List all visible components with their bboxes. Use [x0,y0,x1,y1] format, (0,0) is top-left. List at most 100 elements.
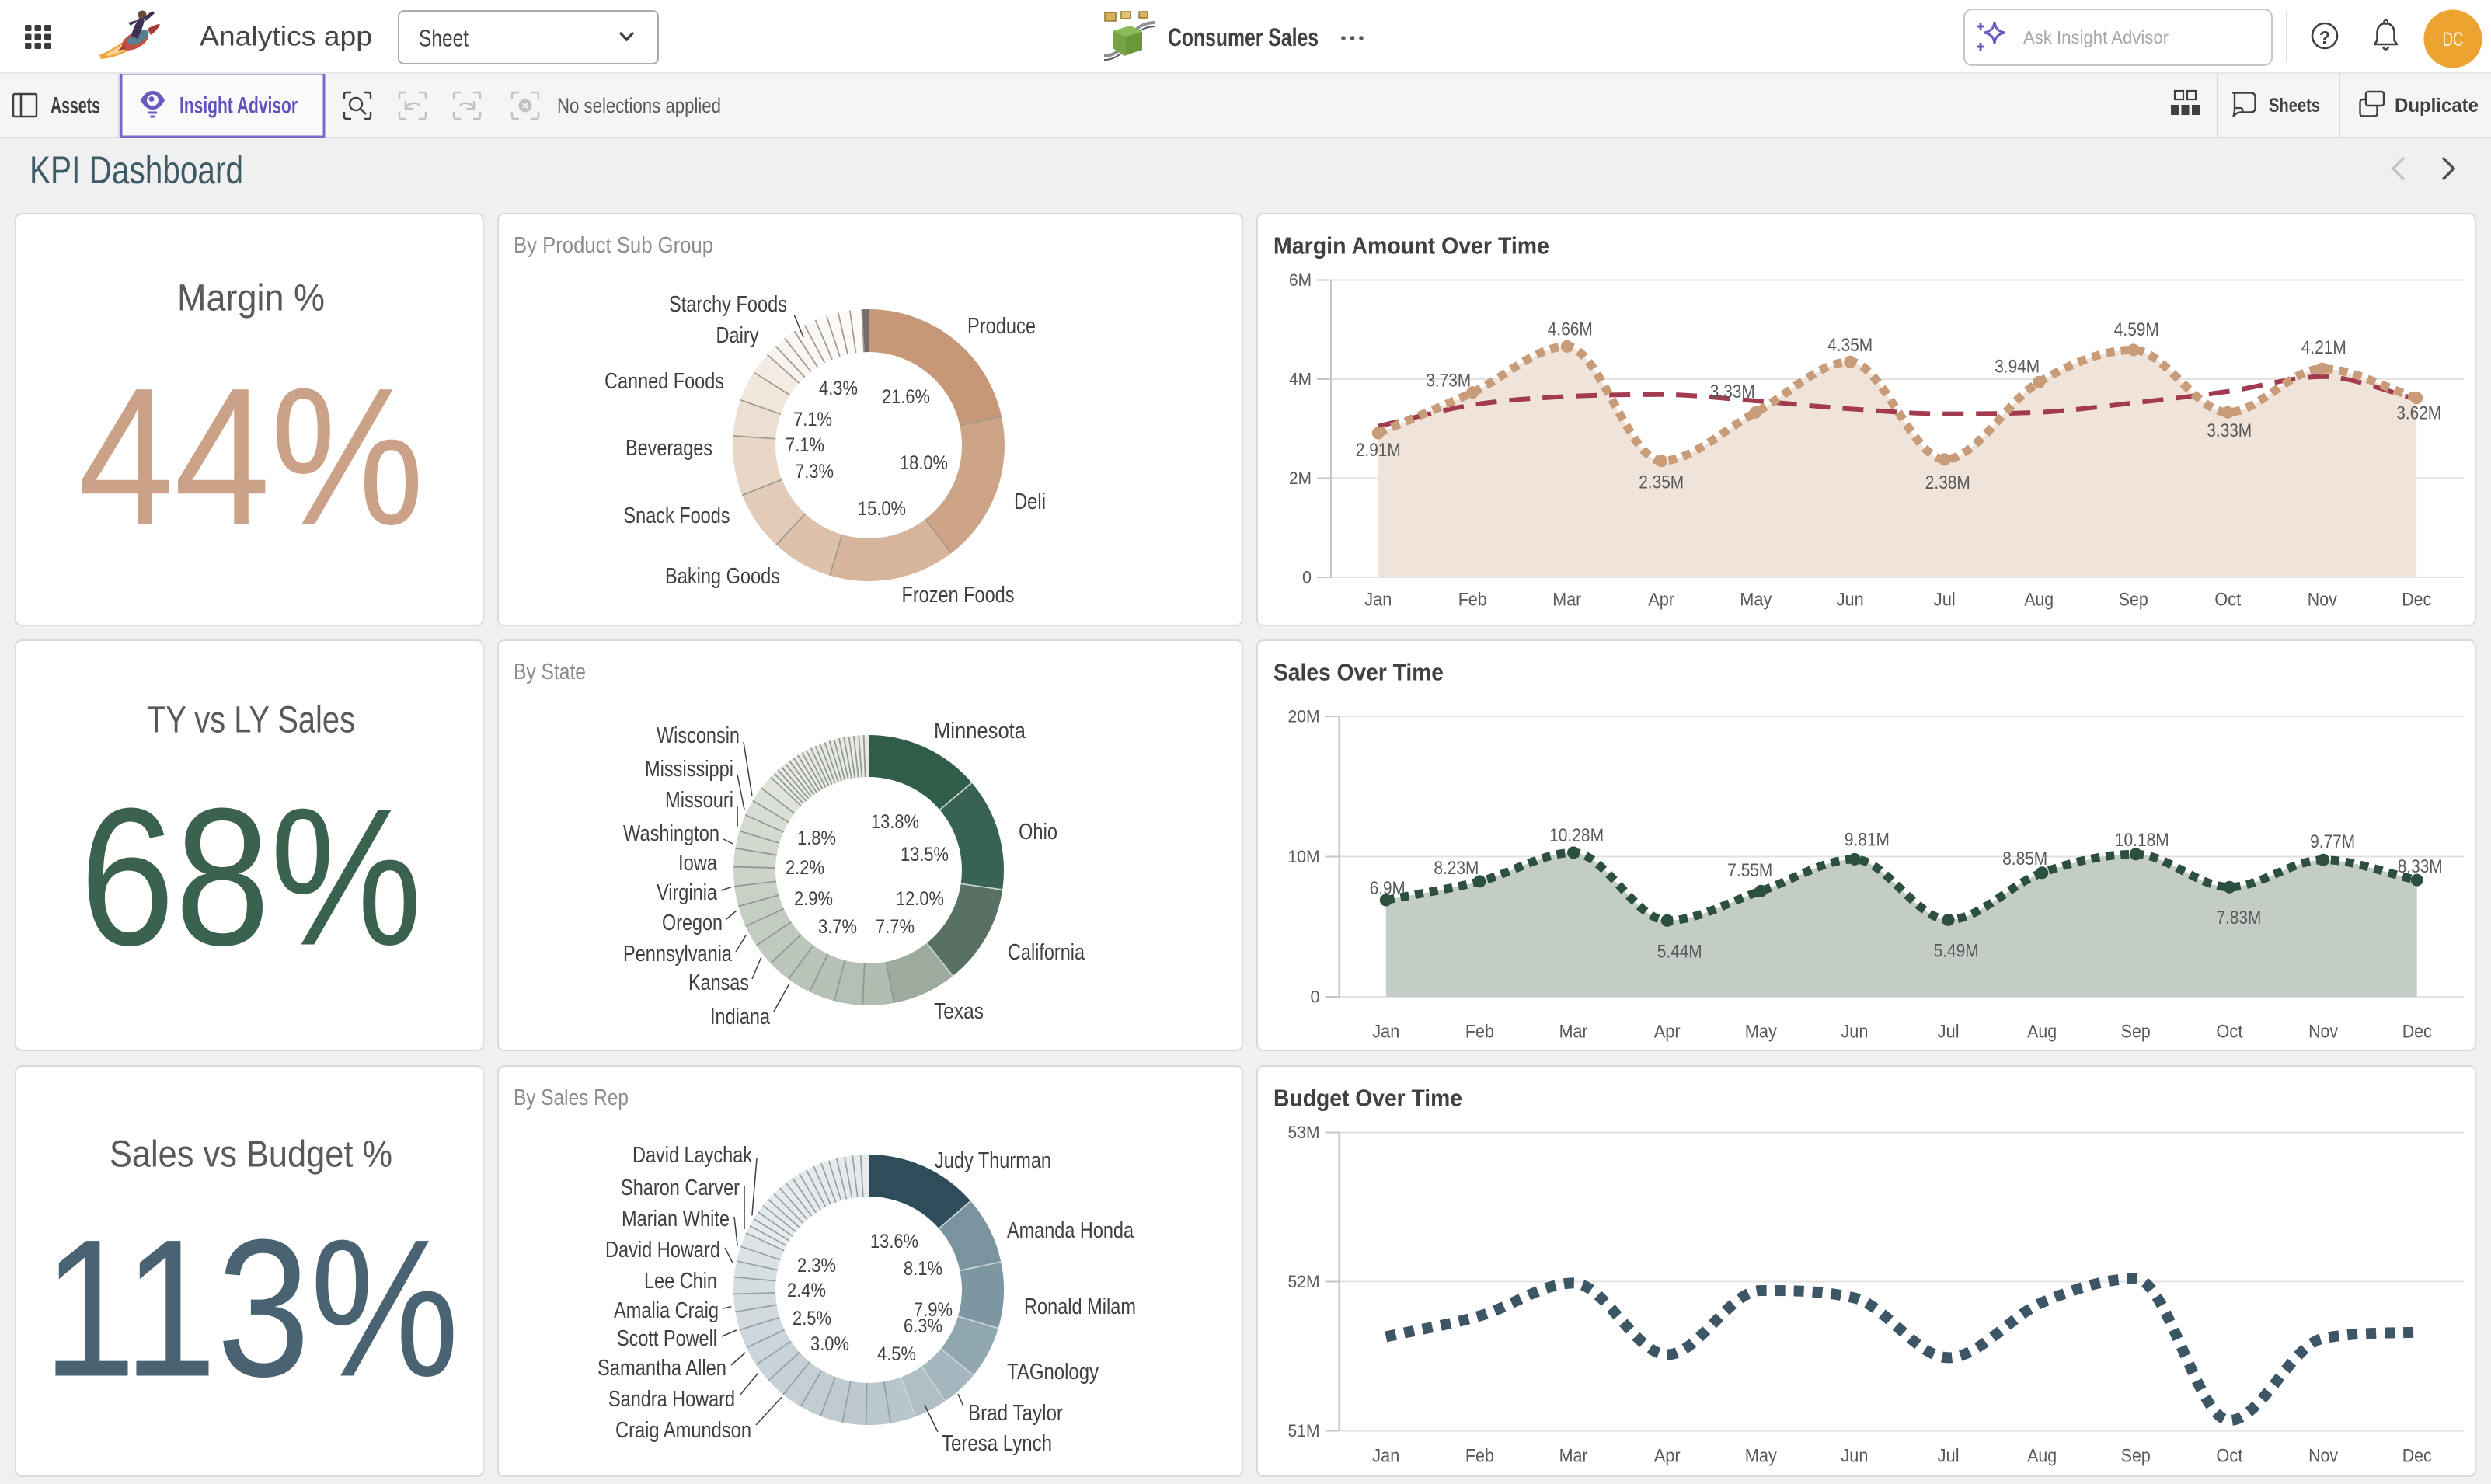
svg-text:Sharon Carver: Sharon Carver [621,1176,740,1200]
svg-text:8.33M: 8.33M [2398,856,2443,877]
svg-text:Margin Amount Over Time: Margin Amount Over Time [1273,232,1549,260]
svg-text:21.6%: 21.6% [882,386,930,408]
svg-text:Amanda Honda: Amanda Honda [1007,1218,1134,1243]
svg-text:Mississippi: Mississippi [645,757,733,782]
svg-text:Apr: Apr [1648,590,1674,611]
svg-text:Sheet: Sheet [419,25,469,52]
svg-text:Apr: Apr [1654,1022,1681,1043]
svg-text:Lee Chin: Lee Chin [644,1269,717,1294]
svg-text:?: ? [2319,27,2330,47]
svg-text:Brad Taylor: Brad Taylor [968,1401,1063,1426]
svg-text:Assets: Assets [51,93,100,119]
svg-text:Oct: Oct [2216,1022,2242,1043]
svg-text:3.7%: 3.7% [818,916,857,938]
svg-text:Jan: Jan [1372,1446,1399,1467]
svg-text:68%: 68% [80,768,423,987]
svg-text:Analytics app: Analytics app [200,22,372,52]
svg-text:Kansas: Kansas [688,970,749,995]
svg-text:44%: 44% [78,348,424,566]
svg-text:May: May [1745,1446,1777,1467]
svg-text:Starchy Foods: Starchy Foods [669,292,787,317]
svg-text:Canned Foods: Canned Foods [604,369,724,394]
svg-text:10.18M: 10.18M [2115,830,2169,851]
svg-text:Wisconsin: Wisconsin [657,723,740,748]
svg-text:Produce: Produce [967,314,1036,339]
svg-text:7.83M: 7.83M [2216,907,2261,928]
svg-text:Teresa Lynch: Teresa Lynch [942,1431,1052,1456]
svg-text:6.3%: 6.3% [904,1315,942,1337]
svg-text:Missouri: Missouri [665,788,733,813]
svg-text:Feb: Feb [1458,590,1487,611]
svg-text:DC: DC [2443,29,2464,51]
svg-text:Sep: Sep [2121,1446,2151,1467]
svg-text:Jun: Jun [1837,590,1864,611]
svg-text:4.59M: 4.59M [2114,319,2159,340]
svg-text:David Howard: David Howard [605,1238,720,1263]
svg-text:Sales vs Budget %: Sales vs Budget % [110,1134,392,1176]
svg-text:Nov: Nov [2308,1022,2338,1043]
svg-text:Jan: Jan [1364,590,1392,611]
svg-text:3.33M: 3.33M [2207,420,2252,441]
svg-text:Nov: Nov [2308,590,2337,611]
svg-text:Aug: Aug [2027,1446,2057,1467]
svg-text:15.0%: 15.0% [858,498,906,520]
svg-text:Ronald Milam: Ronald Milam [1024,1294,1136,1319]
svg-text:Margin %: Margin % [177,278,325,319]
svg-text:Deli: Deli [1014,489,1046,514]
svg-text:3.0%: 3.0% [810,1333,849,1355]
svg-text:Insight Advisor: Insight Advisor [179,93,298,119]
svg-text:Ask Insight Advisor: Ask Insight Advisor [2023,27,2169,47]
svg-text:4M: 4M [1289,370,1312,389]
svg-text:4.3%: 4.3% [819,378,858,399]
svg-text:Budget Over Time: Budget Over Time [1273,1085,1462,1112]
svg-text:0: 0 [1302,568,1312,587]
svg-text:Sep: Sep [2121,1022,2151,1043]
svg-text:13.5%: 13.5% [901,844,949,866]
svg-text:4.5%: 4.5% [877,1343,916,1365]
svg-text:20M: 20M [1288,707,1320,726]
svg-text:1.8%: 1.8% [797,827,836,849]
svg-text:4.35M: 4.35M [1827,335,1873,356]
svg-text:4.21M: 4.21M [2301,337,2346,358]
svg-text:6.9M: 6.9M [1370,878,1406,899]
svg-text:Ohio: Ohio [1019,820,1057,845]
svg-text:Mar: Mar [1559,1446,1588,1467]
svg-text:8.23M: 8.23M [1434,858,1479,879]
svg-text:KPI Dashboard: KPI Dashboard [30,148,243,192]
svg-text:Iowa: Iowa [678,851,718,876]
svg-text:8.1%: 8.1% [904,1258,942,1280]
svg-text:113%: 113% [43,1200,459,1418]
svg-text:Mar: Mar [1552,590,1581,611]
svg-text:Aug: Aug [2024,590,2054,611]
svg-text:Aug: Aug [2027,1022,2057,1043]
svg-text:May: May [1745,1022,1777,1043]
svg-text:Beverages: Beverages [625,436,712,461]
svg-text:53M: 53M [1288,1123,1320,1142]
svg-text:Dairy: Dairy [716,323,759,348]
svg-text:Sandra Howard: Sandra Howard [608,1387,735,1412]
svg-text:12.0%: 12.0% [896,888,944,910]
svg-text:Virginia: Virginia [657,880,718,905]
svg-text:7.1%: 7.1% [793,409,832,430]
svg-text:2M: 2M [1289,469,1312,488]
svg-text:California: California [1008,940,1085,965]
svg-text:Dec: Dec [2402,1022,2432,1043]
svg-text:2.2%: 2.2% [786,857,824,879]
svg-text:Consumer Sales: Consumer Sales [1168,23,1319,51]
svg-text:Snack Foods: Snack Foods [624,503,730,528]
svg-text:2.91M: 2.91M [1356,440,1401,461]
svg-text:Jul: Jul [1934,590,1956,611]
svg-text:3.62M: 3.62M [2396,403,2441,424]
svg-text:Jul: Jul [1938,1446,1960,1467]
svg-text:2.35M: 2.35M [1639,472,1684,493]
svg-text:3.33M: 3.33M [1710,381,1755,402]
svg-text:2.38M: 2.38M [1925,472,1970,493]
svg-text:Texas: Texas [934,999,984,1024]
svg-text:No selections applied: No selections applied [557,94,721,117]
svg-text:TY vs LY Sales: TY vs LY Sales [147,700,355,741]
svg-text:Mar: Mar [1559,1022,1588,1043]
svg-text:9.81M: 9.81M [1845,829,1890,850]
svg-text:6M: 6M [1289,270,1312,290]
svg-text:3.73M: 3.73M [1426,371,1471,392]
svg-text:Indiana: Indiana [710,1005,771,1029]
